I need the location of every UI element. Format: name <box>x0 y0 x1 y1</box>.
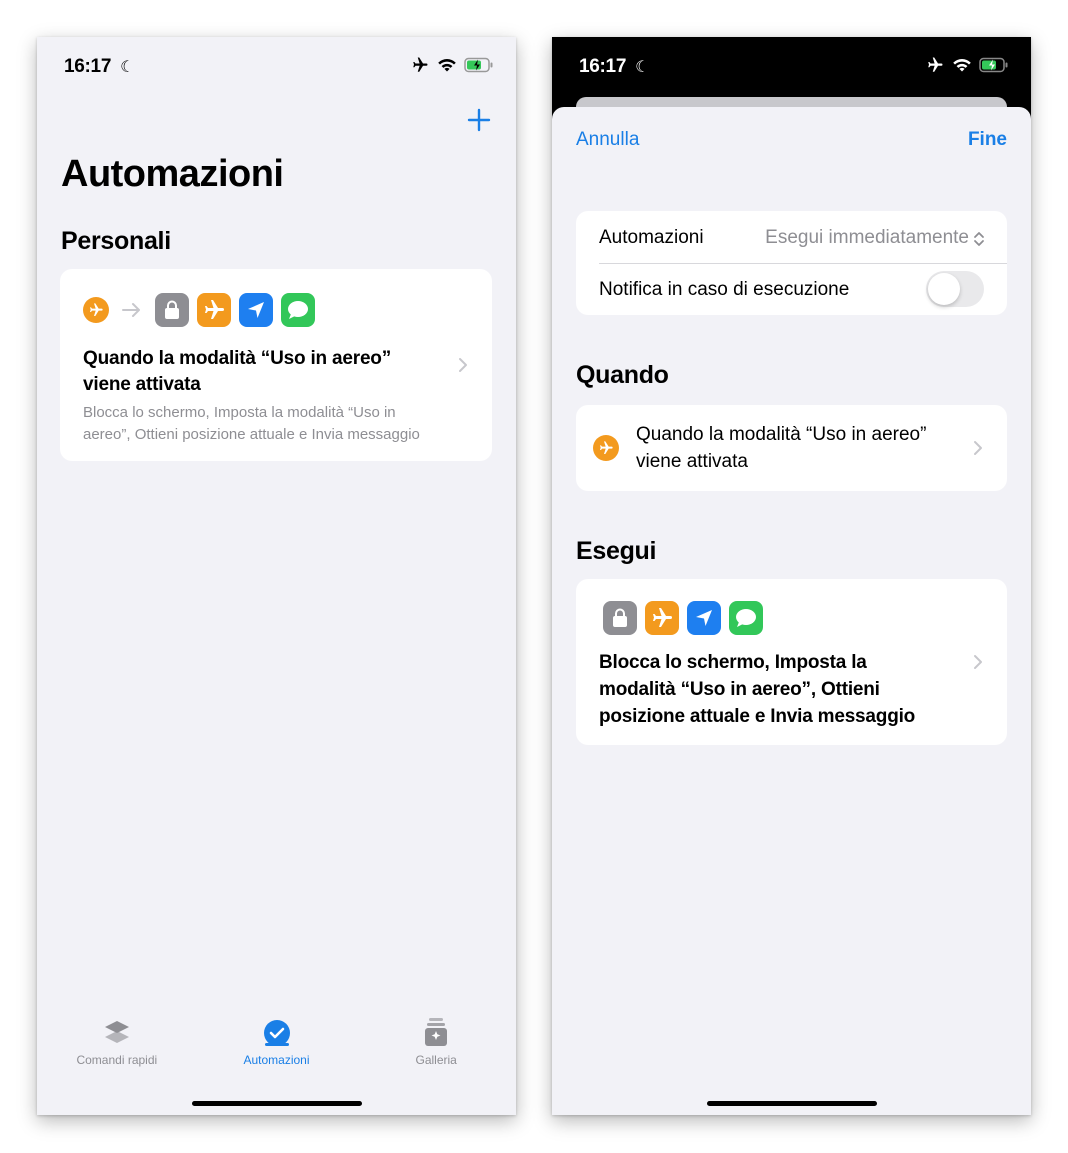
wifi-icon <box>953 59 971 72</box>
automations-list-screen: 16:17 ☾ Automazioni Personali Quando la … <box>37 37 516 1115</box>
tab-label-shortcuts: Comandi rapidi <box>76 1053 158 1067</box>
messages-icon <box>729 601 763 635</box>
automation-card[interactable]: Quando la modalità “Uso in aereo” viene … <box>60 269 492 461</box>
wifi-icon <box>438 59 456 72</box>
automation-title-line1: Quando la modalità “Uso in aereo” <box>83 348 392 369</box>
moon-icon: ☾ <box>120 59 135 76</box>
gallery-icon <box>425 1018 448 1046</box>
tab-shortcuts[interactable]: Comandi rapidi <box>37 1015 197 1075</box>
airplane-mode-icon <box>197 293 231 327</box>
page-title: Automazioni <box>61 153 284 195</box>
edit-automation-sheet: Annulla Fine Automazioni Esegui immediat… <box>552 107 1031 1115</box>
automation-mode-label: Automazioni <box>599 227 704 248</box>
trigger-line1: Quando la modalità “Uso in aereo” <box>636 424 927 445</box>
settings-card: Automazioni Esegui immediatamente Notifi… <box>576 211 1007 315</box>
trigger-line2: viene attivata <box>636 451 748 472</box>
actions-card[interactable]: Blocca lo schermo, Imposta la modalità “… <box>576 579 1007 745</box>
status-bar: 16:17 ☾ <box>552 37 1031 97</box>
tab-automations[interactable]: Automazioni <box>197 1015 357 1075</box>
status-bar: 16:17 ☾ <box>37 37 516 97</box>
add-automation-button[interactable] <box>466 107 492 133</box>
trigger-card[interactable]: Quando la modalità “Uso in aereo” viene … <box>576 405 1007 491</box>
cancel-button[interactable]: Annulla <box>576 129 639 151</box>
tab-gallery[interactable]: Galleria <box>356 1015 516 1075</box>
automation-detail-screen: 16:17 ☾ Annulla Fine Automazioni Esegui … <box>552 37 1031 1115</box>
home-indicator <box>706 1101 877 1106</box>
lock-icon <box>603 601 637 635</box>
home-indicator <box>191 1101 362 1106</box>
messages-icon <box>281 293 315 327</box>
separator <box>599 263 1007 264</box>
battery-charging-icon <box>979 57 1008 73</box>
lock-icon <box>155 293 189 327</box>
automation-subtitle-line1: Blocca lo schermo, Imposta la modalità “… <box>83 404 396 421</box>
chevron-right-icon <box>459 358 467 372</box>
toggle-knob <box>928 273 960 305</box>
automation-subtitle-line2: aereo”, Ottieni posizione attuale e Invi… <box>83 426 420 443</box>
airplane-icon <box>928 57 943 72</box>
notify-label: Notifica in caso di esecuzione <box>599 279 850 300</box>
moon-icon: ☾ <box>635 59 650 76</box>
arrow-right-icon <box>122 303 140 317</box>
automation-check-icon <box>263 1020 290 1046</box>
actions-line2: modalità “Uso in aereo”, Ottieni <box>599 679 880 700</box>
chevron-right-icon <box>974 441 982 455</box>
chevron-right-icon <box>974 655 982 669</box>
tab-label-gallery: Galleria <box>415 1053 457 1067</box>
status-time: 16:17 <box>64 56 112 77</box>
automation-title-line2: viene attivata <box>83 374 201 395</box>
actions-line1: Blocca lo schermo, Imposta la <box>599 652 867 673</box>
section-title-run: Esegui <box>576 537 657 565</box>
airplane-mode-icon <box>645 601 679 635</box>
airplane-icon <box>413 57 428 72</box>
notify-toggle[interactable] <box>926 271 984 307</box>
location-icon <box>239 293 273 327</box>
airplane-trigger-icon <box>593 435 619 461</box>
actions-line3: posizione attuale e Invia messaggio <box>599 706 916 727</box>
location-icon <box>687 601 721 635</box>
section-title-when: Quando <box>576 361 669 389</box>
tab-label-automations: Automazioni <box>243 1053 310 1067</box>
layers-icon <box>104 1021 129 1043</box>
airplane-trigger-icon <box>83 297 109 323</box>
automation-mode-value[interactable]: Esegui immediatamente <box>765 227 969 249</box>
section-title-personal: Personali <box>61 227 171 255</box>
done-button[interactable]: Fine <box>968 129 1007 151</box>
chevron-up-down-icon[interactable] <box>973 230 985 248</box>
status-time: 16:17 <box>579 56 627 77</box>
battery-charging-icon <box>464 57 493 73</box>
tab-bar: Comandi rapidi Automazioni Galleria <box>37 1015 516 1075</box>
